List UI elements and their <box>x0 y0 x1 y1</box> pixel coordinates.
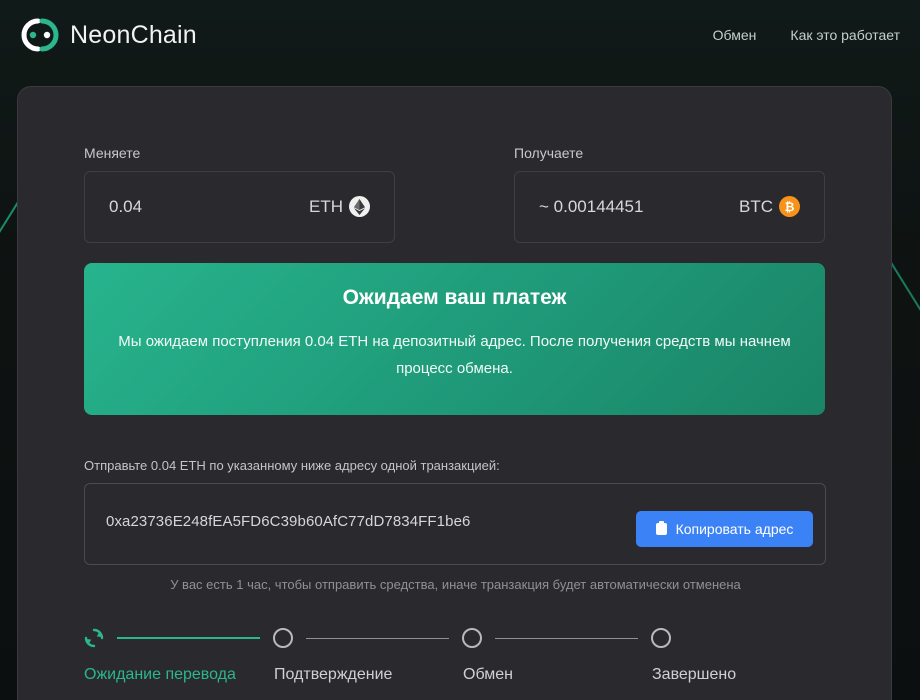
send-label: Меняете <box>84 145 141 161</box>
deposit-address-box: 0xa23736E248fEA5FD6C39b60AfC77dD7834FF1b… <box>84 483 826 565</box>
payment-status-banner: Ожидаем ваш платеж Мы ожидаем поступлени… <box>84 263 825 415</box>
clipboard-icon <box>655 521 667 535</box>
receive-currency-code: BTC <box>739 196 773 216</box>
step-label-completed: Завершено <box>652 666 737 683</box>
receive-label: Получаете <box>514 145 584 161</box>
btc-icon: ₿ <box>779 196 800 217</box>
step-label-exchange: Обмен <box>463 666 513 683</box>
main-nav: Обмен Как это работает <box>713 27 900 43</box>
decorative-glow-line-right <box>890 262 920 340</box>
deposit-address[interactable]: 0xa23736E248fEA5FD6C39b60AfC77dD7834FF1b… <box>106 513 470 530</box>
step-label-confirmation: Подтверждение <box>274 666 393 683</box>
loading-icon <box>84 628 104 648</box>
status-title: Ожидаем ваш платеж <box>342 286 567 309</box>
receive-amount-field: ~ 0.00144451 BTC ₿ <box>514 171 825 243</box>
status-message: Мы ожидаем поступления 0.04 ETH на депоз… <box>118 333 791 377</box>
step-node-confirmation <box>273 628 293 648</box>
deposit-instruction: Отправьте 0.04 ETH по указанному ниже ад… <box>84 458 500 473</box>
step-node-completed <box>651 628 671 648</box>
copy-address-button[interactable]: Копировать адрес <box>636 511 813 547</box>
brand-logo[interactable]: NeonChain <box>18 17 197 53</box>
step-label-awaiting-transfer: Ожидание перевода <box>84 666 236 683</box>
receive-currency: BTC ₿ <box>739 196 800 217</box>
send-currency-code: ETH <box>309 196 343 216</box>
step-connector-1 <box>117 637 260 639</box>
send-amount-value: 0.04 <box>109 197 143 216</box>
exchange-card: Меняете 0.04 ETH Получаете ~ 0.00144451 … <box>17 86 892 700</box>
send-currency: ETH <box>309 196 370 217</box>
timeout-note: У вас есть 1 час, чтобы отправить средст… <box>170 577 741 592</box>
copy-address-label: Копировать адрес <box>675 521 794 537</box>
brand-name: NeonChain <box>70 20 197 49</box>
top-header: NeonChain Обмен Как это работает <box>0 0 920 72</box>
nav-link-exchange[interactable]: Обмен <box>713 27 757 43</box>
eth-icon <box>349 196 370 217</box>
receive-amount-value: ~ 0.00144451 <box>539 197 644 216</box>
nav-link-how-it-works[interactable]: Как это работает <box>790 27 900 43</box>
step-node-exchange <box>462 628 482 648</box>
send-amount-field[interactable]: 0.04 ETH <box>84 171 395 243</box>
step-connector-2 <box>306 638 449 639</box>
progress-steps: Ожидание перевода Подтверждение Обмен За… <box>84 628 844 698</box>
step-connector-3 <box>495 638 638 639</box>
neonchain-logo-icon <box>21 18 59 52</box>
